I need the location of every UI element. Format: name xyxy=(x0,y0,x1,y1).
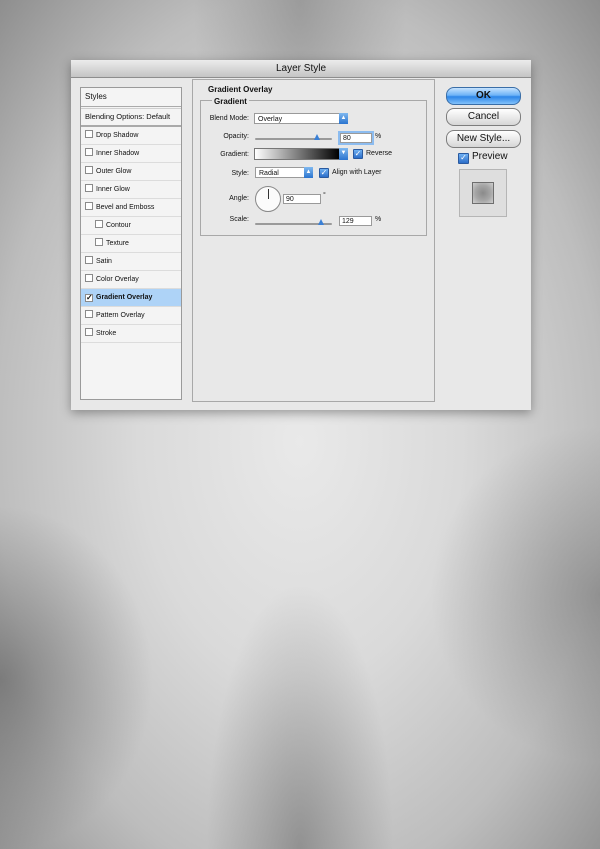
style-item[interactable]: Contour xyxy=(81,217,181,235)
opacity-slider[interactable] xyxy=(255,134,332,140)
gradient-label: Gradient: xyxy=(220,151,249,158)
scale-slider-thumb[interactable] xyxy=(318,219,325,225)
preview-label: Preview xyxy=(472,151,508,162)
style-item-label: Stroke xyxy=(96,330,117,337)
blend-mode-label: Blend Mode: xyxy=(209,115,249,122)
checkbox-icon[interactable] xyxy=(85,256,93,264)
style-item[interactable]: Stroke xyxy=(81,325,181,343)
checkbox-icon[interactable] xyxy=(85,202,93,210)
checkmark-icon: ✓ xyxy=(353,149,363,159)
style-item-label: Drop Shadow xyxy=(96,132,139,139)
reverse-label: Reverse xyxy=(366,150,393,157)
ok-button[interactable]: OK xyxy=(446,87,521,105)
style-item-label: Color Overlay xyxy=(96,276,139,283)
angle-dial[interactable] xyxy=(255,186,281,212)
blend-mode-select[interactable]: Overlay ▲ xyxy=(254,113,348,124)
style-item[interactable]: Pattern Overlay xyxy=(81,307,181,325)
style-item[interactable]: Bevel and Emboss xyxy=(81,199,181,217)
angle-input[interactable]: 90 xyxy=(283,194,321,204)
style-item[interactable]: Inner Shadow xyxy=(81,145,181,163)
checkbox-icon[interactable]: ✓ xyxy=(85,294,93,302)
gradient-picker-dropdown[interactable]: ▼ xyxy=(339,148,348,160)
style-item-label: Pattern Overlay xyxy=(96,312,145,319)
dialog-title: Layer Style xyxy=(71,60,531,78)
checkbox-icon[interactable] xyxy=(85,148,93,156)
preview-thumbnail xyxy=(459,169,507,217)
style-item-label: Bevel and Emboss xyxy=(96,204,155,211)
style-item-label: Inner Glow xyxy=(96,186,130,193)
style-item[interactable]: Inner Glow xyxy=(81,181,181,199)
checkbox-icon[interactable] xyxy=(95,220,103,228)
section-title: Gradient Overlay xyxy=(208,85,273,94)
scale-label: Scale: xyxy=(229,216,249,223)
style-label: Style: xyxy=(231,170,249,177)
opacity-percent: % xyxy=(375,133,382,140)
style-select[interactable]: Radial ▲ xyxy=(255,167,313,178)
degree-symbol: ° xyxy=(323,192,326,199)
chevron-down-icon: ▲ xyxy=(304,167,313,178)
angle-needle xyxy=(268,189,269,199)
styles-header[interactable]: Styles xyxy=(81,88,181,107)
reverse-checkbox[interactable]: ✓ Reverse xyxy=(353,149,392,159)
align-with-layer-checkbox[interactable]: ✓ Align with Layer xyxy=(319,168,381,178)
styles-list: Styles Blending Options: Default Drop Sh… xyxy=(80,87,182,400)
opacity-slider-thumb[interactable] xyxy=(313,134,320,140)
style-item[interactable]: Outer Glow xyxy=(81,163,181,181)
checkbox-icon[interactable] xyxy=(85,328,93,336)
cancel-button[interactable]: Cancel xyxy=(446,108,521,126)
checkbox-icon[interactable] xyxy=(85,166,93,174)
scale-slider[interactable] xyxy=(255,219,332,225)
scale-input[interactable]: 129 xyxy=(339,216,372,226)
style-item-label: Inner Shadow xyxy=(96,150,140,157)
blend-mode-value: Overlay xyxy=(258,116,283,123)
chevron-down-icon: ▼ xyxy=(339,148,348,160)
checkbox-icon[interactable] xyxy=(85,130,93,138)
gradient-swatch[interactable] xyxy=(254,148,340,160)
style-value: Radial xyxy=(259,170,279,177)
preview-checkbox[interactable]: ✓ Preview xyxy=(458,151,508,164)
blending-options-item[interactable]: Blending Options: Default xyxy=(81,108,181,127)
style-item-label: Gradient Overlay xyxy=(96,294,153,301)
checkbox-icon[interactable] xyxy=(85,274,93,282)
style-item-label: Contour xyxy=(106,222,131,229)
style-item-label: Texture xyxy=(106,240,129,247)
new-style-button[interactable]: New Style... xyxy=(446,130,521,148)
style-item-label: Outer Glow xyxy=(96,168,132,175)
checkbox-icon[interactable] xyxy=(85,310,93,318)
align-with-layer-label: Align with Layer xyxy=(332,169,382,176)
opacity-label: Opacity: xyxy=(223,133,249,140)
opacity-input[interactable]: 80 xyxy=(340,133,372,143)
checkbox-icon[interactable] xyxy=(95,238,103,246)
preview-swatch xyxy=(472,182,494,204)
checkbox-icon[interactable] xyxy=(85,184,93,192)
style-item-label: Satin xyxy=(96,258,112,265)
style-item[interactable]: ✓ Gradient Overlay xyxy=(81,289,181,307)
style-item[interactable]: Satin xyxy=(81,253,181,271)
group-title: Gradient xyxy=(212,97,249,106)
checkmark-icon: ✓ xyxy=(319,168,329,178)
scale-percent: % xyxy=(375,216,382,223)
style-item[interactable]: Texture xyxy=(81,235,181,253)
angle-label: Angle: xyxy=(229,195,249,202)
layer-style-dialog: Layer Style Styles Blending Options: Def… xyxy=(71,60,531,410)
checkmark-icon: ✓ xyxy=(458,153,469,164)
style-item[interactable]: Drop Shadow xyxy=(81,127,181,145)
chevron-down-icon: ▲ xyxy=(339,113,348,124)
style-item[interactable]: Color Overlay xyxy=(81,271,181,289)
